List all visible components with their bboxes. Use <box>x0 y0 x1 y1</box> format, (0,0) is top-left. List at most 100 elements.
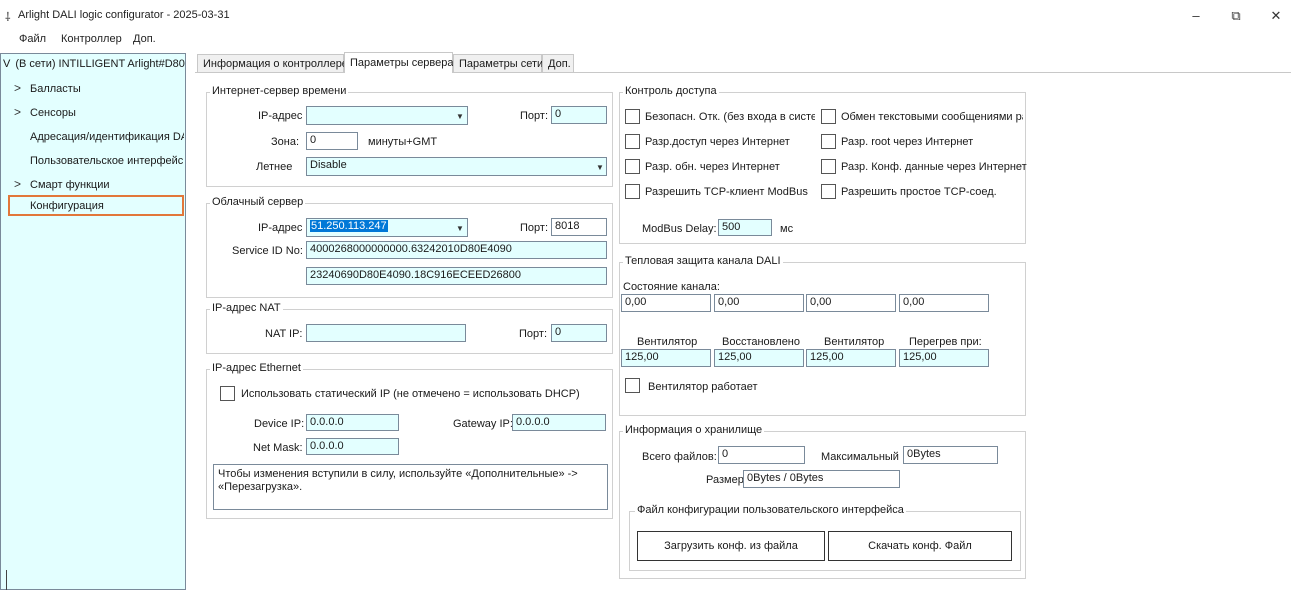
device-ip-input[interactable]: 0.0.0.0 <box>306 414 399 431</box>
service-id-input-2[interactable]: 23240690D80E4090.18C916ECEED26800 <box>306 267 607 285</box>
chevron-down-icon[interactable]: ▼ <box>596 163 604 172</box>
restored-label: Восстановлено <box>722 336 800 348</box>
update-internet-label: Разр. обн. через Интернет <box>645 161 780 173</box>
safe-open-checkbox[interactable] <box>625 109 640 124</box>
nat-ip-label: NAT IP: <box>265 328 303 340</box>
total-files-input[interactable]: 0 <box>718 446 805 464</box>
simple-tcp-label: Разрешить простое TCP-соед. <box>841 186 997 198</box>
menu-extra[interactable]: Доп. <box>133 33 156 45</box>
simple-tcp-checkbox[interactable] <box>821 184 836 199</box>
channel-state-label: Состояние канала: <box>623 281 720 293</box>
size-input[interactable]: 0Bytes / 0Bytes <box>743 470 900 488</box>
zone-unit: минуты+GMT <box>368 136 438 148</box>
restored-value[interactable]: 125,00 <box>714 349 804 367</box>
time-port-label: Порт: <box>520 110 548 122</box>
app-icon: ⸸ <box>5 10 11 24</box>
tab-server-params[interactable]: Параметры сервера <box>344 52 454 73</box>
total-files-label: Всего файлов: <box>642 451 717 463</box>
storage-title: Информация о хранилище <box>623 424 765 436</box>
tree-item-configuration[interactable]: Конфигурация <box>30 200 184 212</box>
size-label: Размер <box>706 474 744 486</box>
internet-access-label: Разр.доступ через Интернет <box>645 136 790 148</box>
summer-dropdown[interactable]: Disable <box>306 157 607 176</box>
cloud-port-label: Порт: <box>520 222 548 234</box>
tree-item-sensors[interactable]: Сенсоры <box>30 107 184 119</box>
nat-port-input[interactable]: 0 <box>551 324 607 342</box>
tree-item-ballasts[interactable]: Балласты <box>30 83 184 95</box>
chevron-right-icon[interactable]: > <box>14 177 21 191</box>
menu-controller[interactable]: Контроллер <box>61 33 122 45</box>
tree-item-smart-functions[interactable]: Смарт функции <box>30 179 184 191</box>
fan-running-checkbox[interactable] <box>625 378 640 393</box>
net-mask-input[interactable]: 0.0.0.0 <box>306 438 399 455</box>
tab-network-params[interactable]: Параметры сети <box>453 54 543 72</box>
tree-root[interactable]: V (В сети) INTILLIGENT Arlight#D80 <box>3 58 185 70</box>
chevron-down-icon[interactable]: ▼ <box>456 224 464 233</box>
root-internet-checkbox[interactable] <box>821 134 836 149</box>
time-ip-dropdown[interactable] <box>306 106 468 125</box>
modbus-delay-unit: мс <box>780 223 794 235</box>
thermal-protection-title: Тепловая защита канала DALI <box>623 255 783 267</box>
download-config-button[interactable]: Скачать конф. Файл <box>828 531 1012 561</box>
time-ip-label: IP-адрес <box>258 110 303 122</box>
load-config-button[interactable]: Загрузить конф. из файла <box>637 531 825 561</box>
access-control-title: Контроль доступа <box>623 85 719 97</box>
chevron-right-icon[interactable]: > <box>14 105 21 119</box>
modbus-tcp-checkbox[interactable] <box>625 184 640 199</box>
tree-root-label: (В сети) INTILLIGENT Arlight#D80 <box>15 58 185 70</box>
update-internet-checkbox[interactable] <box>625 159 640 174</box>
nat-title: IP-адрес NAT <box>210 302 283 314</box>
channel-state-2[interactable]: 0,00 <box>714 294 804 312</box>
max-label: Максимальный <box>821 451 899 463</box>
close-button[interactable]: ✕ <box>1261 5 1291 27</box>
static-ip-checkbox[interactable] <box>220 386 235 401</box>
tree-item-addressing[interactable]: Адресация/идентификация DALI <box>30 131 184 143</box>
cloud-port-input[interactable]: 8018 <box>551 218 607 236</box>
internet-access-checkbox[interactable] <box>625 134 640 149</box>
overheat-label: Перегрев при: <box>909 336 982 348</box>
menu-file[interactable]: Файл <box>19 33 46 45</box>
tree-item-user-interface[interactable]: Пользовательское интерфейс <box>30 155 184 167</box>
device-ip-label: Device IP: <box>254 418 305 430</box>
gateway-ip-input[interactable]: 0.0.0.0 <box>512 414 606 431</box>
channel-state-1[interactable]: 0,00 <box>621 294 711 312</box>
zone-label: Зона: <box>271 136 300 148</box>
zone-input[interactable]: 0 <box>306 132 358 150</box>
minimize-button[interactable]: – <box>1181 5 1211 27</box>
max-input[interactable]: 0Bytes <box>903 446 998 464</box>
menu-bar <box>0 30 1291 48</box>
ui-config-title: Файл конфигурации пользовательского инте… <box>635 504 906 516</box>
modbus-delay-input[interactable]: 500 <box>718 219 772 236</box>
overheat-value[interactable]: 125,00 <box>899 349 989 367</box>
service-id-input-1[interactable]: 4000268000000000.63242010D80E4090 <box>306 241 607 259</box>
time-port-input[interactable]: 0 <box>551 106 607 124</box>
fan-value-1[interactable]: 125,00 <box>621 349 711 367</box>
gateway-ip-label: Gateway IP: <box>453 418 513 430</box>
window-title: Arlight DALI logic configurator - 2025-0… <box>18 9 230 21</box>
channel-state-4[interactable]: 0,00 <box>899 294 989 312</box>
chevron-down-icon[interactable]: ▼ <box>456 112 464 121</box>
channel-state-3[interactable]: 0,00 <box>806 294 896 312</box>
chevron-right-icon[interactable]: > <box>14 81 21 95</box>
cloud-ip-dropdown[interactable]: 51.250.113.247 <box>306 218 468 237</box>
config-internet-checkbox[interactable] <box>821 159 836 174</box>
tree-root-chevron-icon[interactable]: V <box>3 58 10 70</box>
fan-label-1: Вентилятор <box>637 336 698 348</box>
config-internet-label: Разр. Конф. данные через Интернет <box>841 161 1027 173</box>
time-server-title: Интернет-сервер времени <box>210 85 349 97</box>
restore-button[interactable]: ⧉ <box>1221 5 1251 27</box>
root-internet-label: Разр. root через Интернет <box>841 136 974 148</box>
fan-value-2[interactable]: 125,00 <box>806 349 896 367</box>
cloud-server-title: Облачный сервер <box>210 196 306 208</box>
text-messaging-checkbox[interactable] <box>821 109 836 124</box>
text-messaging-label: Обмен текстовыми сообщениями раз <box>841 111 1023 123</box>
nat-ip-input[interactable] <box>306 324 466 342</box>
summer-label: Летнее <box>256 161 293 173</box>
static-ip-label: Использовать статический IP (не отмечено… <box>241 388 580 400</box>
nat-port-label: Порт: <box>519 328 547 340</box>
tab-extra[interactable]: Доп. <box>542 54 574 72</box>
modbus-tcp-label: Разрешить TCP-клиент ModBus <box>645 186 808 198</box>
tab-controller-info[interactable]: Информация о контроллере <box>197 54 348 72</box>
service-id-label: Service ID No: <box>232 245 303 257</box>
safe-open-label: Безопасн. Отк. (без входа в систем <box>645 111 815 123</box>
